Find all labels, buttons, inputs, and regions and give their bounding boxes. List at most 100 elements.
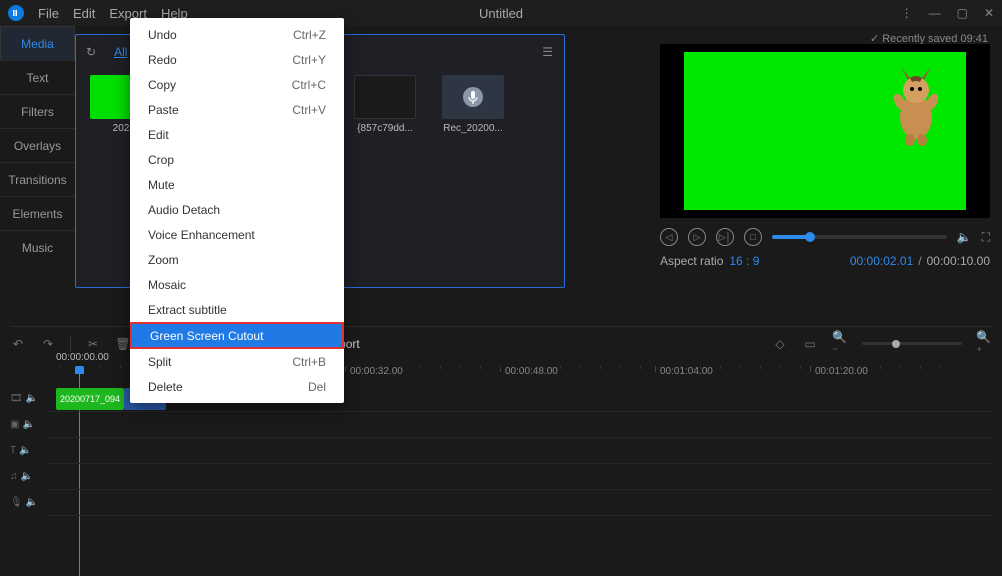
time-separator: / [918,254,921,268]
context-menu-label: Voice Enhancement [148,228,255,242]
context-menu-label: Undo [148,28,177,42]
current-time: 00:00:02.01 [850,254,913,268]
sidebar-item-overlays[interactable]: Overlays [0,128,75,162]
context-menu-shortcut: Ctrl+Y [292,53,326,67]
media-thumb [442,75,504,119]
context-menu-label: Audio Detach [148,203,220,217]
preview-panel: ◁ ▷ ▷│ □ 🔈 ⛶ Aspect ratio 16 : 9 00:00:0… [660,44,990,268]
prev-frame-button[interactable]: ◁ [660,228,678,246]
mute-icon[interactable]: 🔈 [26,393,38,404]
music-track-icon: ♫ [10,471,18,482]
text-track[interactable]: T🔈 [46,438,992,464]
sidebar-item-elements[interactable]: Elements [0,196,75,230]
context-menu-item[interactable]: Split Ctrl+B [130,349,344,374]
tracks: 🎞🔈 20200717_094 ▣🔈 T🔈 ♫🔈 🎙🔈 [46,386,992,516]
media-label: {857c79dd... [354,123,416,134]
fullscreen-icon[interactable]: ⛶ [982,230,990,245]
zoom-slider[interactable] [862,342,962,345]
video-track-icon: 🎞 [10,393,23,404]
volume-icon[interactable]: 🔈 [957,230,972,244]
menu-file[interactable]: File [38,6,59,21]
context-menu-label: Split [148,355,171,369]
sidebar-item-transitions[interactable]: Transitions [0,162,75,196]
fit-icon[interactable]: ▭ [802,336,818,352]
context-menu-shortcut: Ctrl+B [292,355,326,369]
context-menu-label: Mosaic [148,278,186,292]
music-track[interactable]: ♫🔈 [46,464,992,490]
document-title: Untitled [479,6,523,21]
context-menu-label: Green Screen Cutout [150,329,263,343]
redo-button[interactable]: ↷ [40,336,56,352]
context-menu-label: Delete [148,380,183,394]
context-menu-item[interactable]: Edit [130,122,344,147]
list-view-icon[interactable]: ☰ [542,45,554,59]
context-menu-item[interactable]: Green Screen Cutout [130,322,344,349]
stop-button[interactable]: □ [744,228,762,246]
context-menu-label: Extract subtitle [148,303,227,317]
mute-icon[interactable]: 🔈 [26,497,38,508]
mute-icon[interactable]: 🔈 [19,445,31,456]
mute-icon[interactable]: 🔈 [21,471,33,482]
sidebar-item-filters[interactable]: Filters [0,94,75,128]
context-menu-item[interactable]: Crop [130,147,344,172]
filter-all[interactable]: All [114,45,127,59]
context-menu-item[interactable]: RedoCtrl+Y [130,47,344,72]
context-menu-shortcut: Del [308,380,326,394]
marker-icon[interactable]: ◇ [772,336,788,352]
preview-canvas [660,44,990,218]
total-time: 00:00:10.00 [927,254,990,268]
voice-track[interactable]: 🎙🔈 [46,490,992,516]
sidebar-item-media[interactable]: Media [0,26,75,60]
sidebar-item-music[interactable]: Music [0,230,75,264]
media-item[interactable]: Rec_20200... [438,75,508,134]
aspect-value[interactable]: 16 : 9 [729,254,759,268]
context-menu-item[interactable]: Delete Del [130,374,344,399]
mute-icon[interactable]: 🔈 [22,419,34,430]
playback-controls: ◁ ▷ ▷│ □ 🔈 ⛶ [660,228,990,246]
sidebar: Media Text Filters Overlays Transitions … [0,26,75,264]
delete-icon[interactable]: 🗑 [115,336,131,352]
media-thumb [354,75,416,119]
context-menu-label: Copy [148,78,176,92]
media-label: Rec_20200... [442,123,504,134]
play-button[interactable]: ▷ [688,228,706,246]
close-icon[interactable]: ✕ [984,6,994,20]
context-menu-label: Edit [148,128,169,142]
media-item[interactable]: {857c79dd... [350,75,420,134]
preview-info: Aspect ratio 16 : 9 00:00:02.01 / 00:00:… [660,254,990,268]
preview-character [886,62,946,152]
pip-track[interactable]: ▣🔈 [46,412,992,438]
context-menu-label: Mute [148,178,175,192]
minimize-icon[interactable]: — [929,6,941,20]
context-menu-item[interactable]: Voice Enhancement [130,222,344,247]
split-icon[interactable]: ✂ [85,336,101,352]
video-clip[interactable]: 20200717_094 [56,388,124,410]
voice-track-icon: 🎙 [10,497,23,508]
context-menu: UndoCtrl+ZRedoCtrl+Y Copy Ctrl+C PasteCtrl+… [130,18,344,403]
context-menu-shortcut: Ctrl+C [292,78,326,92]
more-icon[interactable]: ⋮ [901,6,913,20]
context-menu-item[interactable]: Extract subtitle [130,297,344,322]
ruler-mark: 00:01:04.00 [655,366,713,372]
context-menu-item[interactable]: UndoCtrl+Z [130,22,344,47]
refresh-icon[interactable]: ↻ [86,45,96,59]
next-frame-button[interactable]: ▷│ [716,228,734,246]
pip-track-icon: ▣ [10,419,19,430]
zoom-in-icon[interactable]: 🔍⁺ [976,336,992,352]
sidebar-item-text[interactable]: Text [0,60,75,94]
context-menu-item[interactable]: Copy Ctrl+C [130,72,344,97]
aspect-label: Aspect ratio [660,254,723,268]
maximize-icon[interactable]: ▢ [957,6,968,20]
ruler-mark: 00:00:48.00 [500,366,558,372]
context-menu-item[interactable]: PasteCtrl+V [130,97,344,122]
context-menu-item[interactable]: Mute [130,172,344,197]
menu-edit[interactable]: Edit [73,6,95,21]
context-menu-item[interactable]: Zoom [130,247,344,272]
zoom-out-icon[interactable]: 🔍⁻ [832,336,848,352]
seek-slider[interactable] [772,235,947,239]
undo-button[interactable]: ↶ [10,336,26,352]
text-track-icon: T [10,445,16,456]
context-menu-label: Crop [148,153,174,167]
context-menu-item[interactable]: Mosaic [130,272,344,297]
context-menu-item[interactable]: Audio Detach [130,197,344,222]
